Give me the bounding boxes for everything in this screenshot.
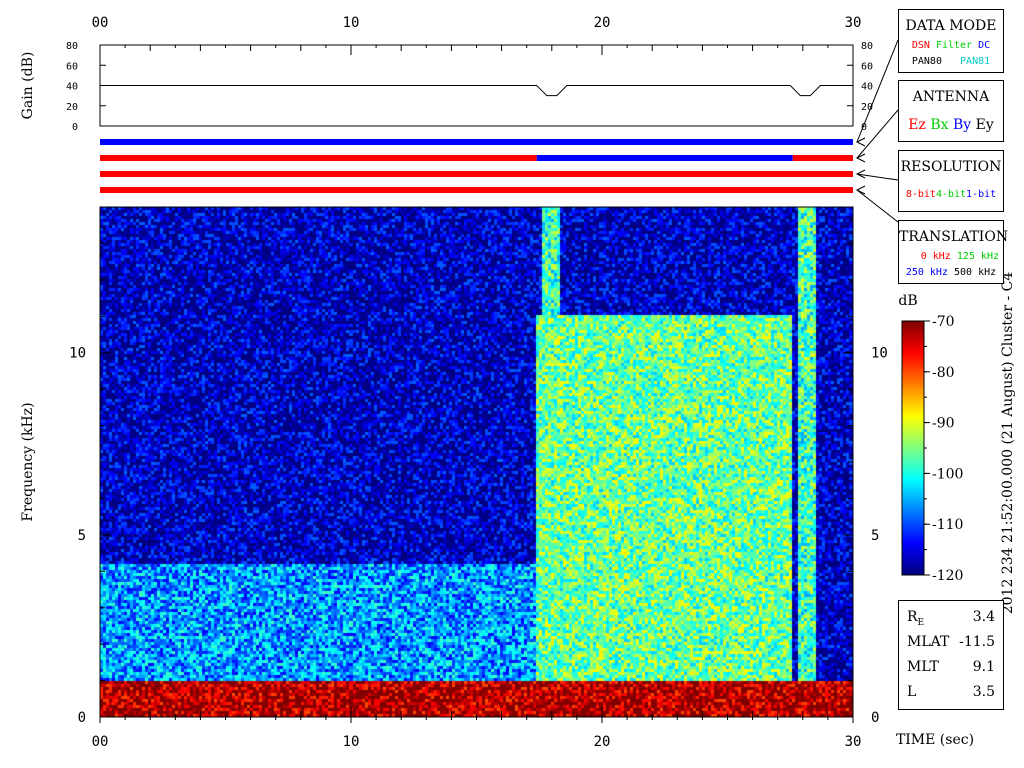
legend-leader-line xyxy=(856,109,899,159)
gain-tick-label-left: 60 xyxy=(66,61,78,72)
position-label-l: L xyxy=(907,684,917,700)
antenna-legend: ANTENNA Ez Bx By Ey xyxy=(898,80,1004,142)
freq-tick-label-left: 0 xyxy=(78,710,86,726)
cluster-wideband-plot: 0 0 20 20 40 40 60 60 80 80 Gain (dB) 00 10 20 30 0 0 5 5 1… xyxy=(0,0,1024,768)
status-bar-segment xyxy=(100,155,537,161)
gain-line xyxy=(100,85,853,97)
colorbar-tick-label: -80 xyxy=(932,365,955,381)
time-top-tick-label: 20 xyxy=(594,15,611,31)
frequency-axis-label: Frequency (kHz) xyxy=(20,402,36,521)
position-label-sub: E xyxy=(917,617,925,628)
antenna-bx: Bx xyxy=(930,117,949,133)
time-bottom-tick-label: 00 xyxy=(92,734,109,750)
time-top-tick-label: 00 xyxy=(92,15,109,31)
time-bottom-tick-label: 30 xyxy=(845,734,862,750)
gain-tick-label-right: 80 xyxy=(861,41,873,52)
translation-125khz: 125 kHz xyxy=(956,251,999,262)
side-caption: 2012 234 21:52:00.000 (21 August) Cluste… xyxy=(1000,272,1016,615)
antenna-row: Ez Bx By Ey xyxy=(899,117,1003,133)
position-value-l: 3.5 xyxy=(972,684,995,700)
translation-250khz: 250 kHz xyxy=(905,267,948,278)
position-row-l: L 3.5 xyxy=(907,684,995,700)
spectrogram-image-container xyxy=(100,207,853,717)
data-mode-dc: DC xyxy=(978,40,991,51)
gain-tick-label-left: 20 xyxy=(66,102,78,113)
data-mode-pan81: PAN81 xyxy=(960,56,991,67)
resolution-legend: RESOLUTION 8-bit4-bit1-bit xyxy=(898,150,1004,212)
position-box: RE 3.4 MLAT -11.5 MLT 9.1 L 3.5 xyxy=(898,600,1004,710)
status-bar-segment xyxy=(792,155,853,161)
translation-legend: TRANSLATION 0 kHz 125 kHz 250 kHz 500 kH… xyxy=(898,220,1009,284)
antenna-ey: Ey xyxy=(975,117,994,133)
colorbar-image-container xyxy=(902,321,924,575)
time-axis-label: TIME (sec) xyxy=(896,732,974,748)
data-mode-filter: Filter xyxy=(935,40,973,51)
colorbar-tick-label: -70 xyxy=(932,314,955,330)
time-bottom-tick-label: 20 xyxy=(594,734,611,750)
status-bar-segment xyxy=(536,155,793,161)
data-mode-pan80: PAN80 xyxy=(911,56,942,67)
position-row-mlt: MLT 9.1 xyxy=(907,659,995,675)
translation-row1: 0 kHz 125 kHz xyxy=(921,251,999,262)
position-label-mlt: MLT xyxy=(907,659,939,675)
data-mode-legend: DATA MODE DSN Filter DC PAN80 PAN81 xyxy=(898,9,1004,73)
colorbar-tick-label: -90 xyxy=(932,416,955,432)
position-label-mlat: MLAT xyxy=(907,634,950,650)
colorbar-tick-label: -110 xyxy=(932,517,963,533)
spectrogram-heatmap xyxy=(100,207,853,717)
resolution-8bit: 8-bit xyxy=(905,189,936,200)
freq-tick-label-left: 5 xyxy=(78,528,86,544)
time-top-tick-label: 30 xyxy=(845,15,862,31)
status-bar-segment xyxy=(100,139,853,145)
data-mode-dsn: DSN xyxy=(911,40,930,51)
status-bar-segment xyxy=(100,171,853,177)
freq-tick-label-right: 10 xyxy=(871,346,888,362)
gain-tick-label-left: 0 xyxy=(72,122,78,133)
gain-axis-label: Gain (dB) xyxy=(20,52,36,120)
status-bar-segment xyxy=(100,187,853,193)
translation-title: TRANSLATION xyxy=(899,229,1009,245)
freq-tick-label-right: 0 xyxy=(871,710,879,726)
colorbar-tick-label: -100 xyxy=(932,466,963,482)
freq-tick-label-right: 5 xyxy=(871,528,879,544)
antenna-title: ANTENNA xyxy=(912,89,990,105)
resolution-4bit: 4-bit xyxy=(935,189,967,200)
resolution-row: 8-bit4-bit1-bit xyxy=(899,189,1003,200)
translation-row2: 250 kHz 500 kHz xyxy=(899,267,1003,278)
antenna-by: By xyxy=(952,117,972,133)
resolution-1bit: 1-bit xyxy=(966,189,997,200)
plot-canvas: 0 020 2040 4060 6080 80Gain (dB)00 10 20 300 05 51… xyxy=(20,15,1016,750)
position-value-mlt: 9.1 xyxy=(972,659,995,675)
data-mode-row1: DSN Filter DC xyxy=(899,40,1003,51)
time-top-tick-label: 10 xyxy=(343,15,360,31)
translation-500khz: 500 kHz xyxy=(954,267,997,278)
antenna-ez: Ez xyxy=(908,117,926,133)
colorbar-unit-label: dB xyxy=(898,293,917,309)
position-value-re: 3.4 xyxy=(972,609,995,625)
data-mode-title: DATA MODE xyxy=(905,18,997,34)
position-label-r: R xyxy=(907,609,918,625)
translation-0khz: 0 kHz xyxy=(920,251,951,262)
legend-leader-line xyxy=(856,189,899,223)
position-label-re: RE xyxy=(907,609,924,628)
colorbar-gradient xyxy=(902,321,924,575)
colorbar-tick-label: -120 xyxy=(932,568,963,584)
time-bottom-tick-label: 10 xyxy=(343,734,360,750)
position-row-mlat: MLAT -11.5 xyxy=(907,634,995,650)
resolution-title: RESOLUTION xyxy=(900,159,1002,175)
data-mode-row2: PAN80 PAN81 xyxy=(899,56,1003,67)
gain-tick-label-right: 60 xyxy=(861,61,873,72)
position-row-re: RE 3.4 xyxy=(907,609,995,628)
gain-tick-label-left: 80 xyxy=(66,41,78,52)
legend-leader-arrow xyxy=(855,153,866,163)
gain-tick-label-left: 40 xyxy=(66,82,78,93)
position-value-mlat: -11.5 xyxy=(959,634,995,650)
freq-tick-label-left: 10 xyxy=(69,346,86,362)
gain-tick-label-right: 40 xyxy=(861,82,873,93)
